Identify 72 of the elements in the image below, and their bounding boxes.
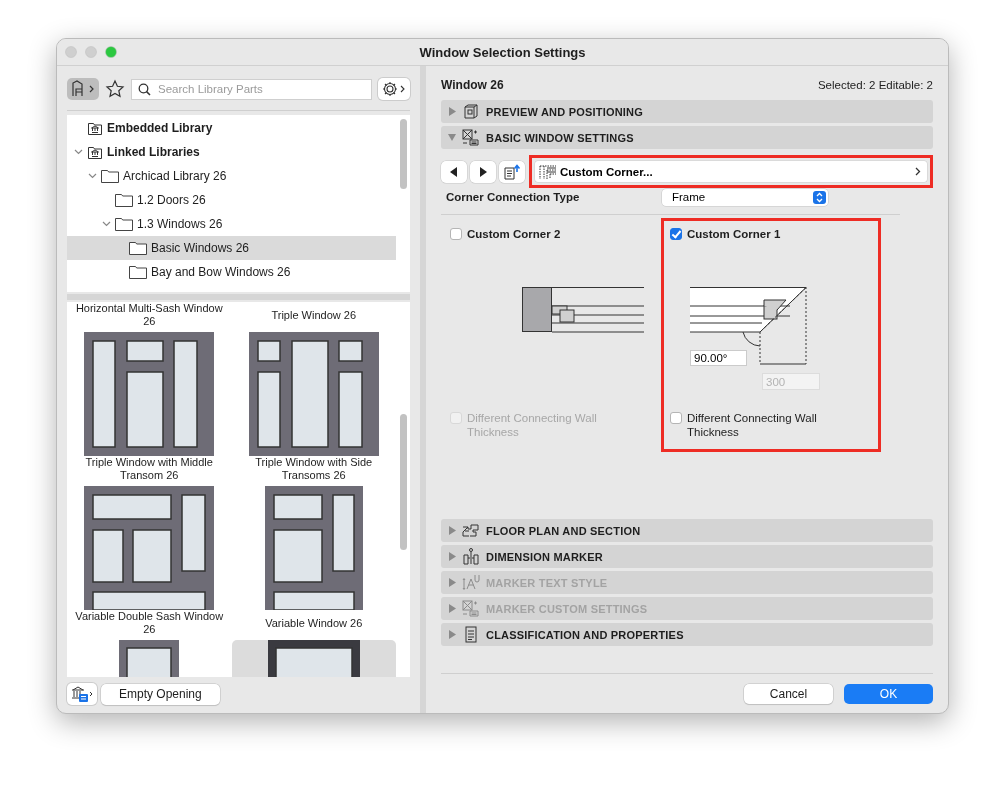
library-icon [87, 144, 103, 160]
tree-item[interactable]: Embedded Library [67, 116, 396, 140]
checkbox[interactable] [450, 228, 462, 240]
scrollbar-thumb[interactable] [399, 414, 407, 550]
tree-item[interactable]: Archicad Library 26 [67, 164, 396, 188]
folder-icon [115, 193, 133, 207]
tree-item[interactable]: Bay and Bow Windows 26 [67, 260, 396, 284]
disclosure-triangle-icon[interactable] [448, 107, 456, 116]
checkbox[interactable] [670, 228, 682, 240]
dialog-button[interactable]: Cancel [744, 684, 833, 704]
window-thumbnail[interactable] [264, 486, 363, 610]
folder-icon [101, 169, 119, 183]
search-icon [138, 82, 151, 96]
part-label[interactable]: Triple Window with Middle Transom 26 [75, 456, 224, 482]
checkbox-label[interactable]: Custom Corner 2 [467, 227, 561, 241]
previous-page-button[interactable] [441, 160, 467, 183]
floor-plan-icon [462, 522, 480, 539]
window-title: Window Selection Settings [419, 44, 586, 60]
part-label[interactable]: Horizontal Multi-Sash Window 26 [75, 302, 224, 328]
corner-page-icon[interactable] [539, 163, 557, 180]
element-name: Window 26 [441, 78, 504, 92]
folder-icon [129, 241, 147, 255]
box-icon [462, 103, 480, 120]
section-header[interactable]: CLASSIFICATION AND PROPERTIES [441, 623, 933, 646]
chevron-right-icon[interactable] [915, 167, 921, 176]
tree-item[interactable]: 1.2 Doors 26 [67, 188, 396, 212]
tree-item[interactable]: 1.3 Windows 26 [67, 212, 396, 236]
tree-item[interactable]: Basic Windows 26 [67, 236, 396, 260]
search-field[interactable]: Search Library Parts [131, 78, 372, 100]
triangle-right-icon[interactable] [479, 166, 487, 177]
section-header[interactable]: FLOOR PLAN AND SECTION [441, 519, 933, 542]
window-thumbnail[interactable] [248, 332, 379, 456]
folder-icon [129, 265, 147, 279]
section-header[interactable]: PREVIEW AND POSITIONING [441, 100, 933, 123]
window-thumbnail[interactable] [84, 486, 215, 610]
star-icon[interactable] [105, 79, 125, 99]
checkbox-label[interactable]: Different Connecting Wall Thickness [687, 411, 837, 439]
page-selector[interactable]: Custom Corner... [535, 161, 927, 182]
disclosure-triangle-icon[interactable] [448, 133, 456, 142]
chevron-down-icon[interactable] [101, 221, 111, 227]
empty-opening-button[interactable]: Empty Opening [101, 683, 220, 705]
text-style-icon [462, 574, 480, 591]
checkbox[interactable] [670, 412, 682, 424]
next-page-button[interactable] [470, 160, 496, 183]
disclosure-triangle-icon[interactable] [448, 526, 456, 535]
settings-icon [462, 600, 480, 617]
angle-field[interactable]: 90.00° [690, 350, 747, 366]
dimension-marker-icon [462, 548, 480, 565]
chevron-down-icon[interactable] [73, 149, 83, 155]
checkbox-label[interactable]: Custom Corner 1 [687, 227, 781, 241]
disclosure-triangle-icon[interactable] [448, 630, 456, 639]
section-header[interactable]: BASIC WINDOW SETTINGS [441, 126, 933, 149]
scrollbar-thumb[interactable] [399, 119, 407, 189]
folder-icon [115, 217, 133, 231]
part-label[interactable]: Triple Window with Side Transoms 26 [239, 456, 388, 482]
part-label[interactable]: Variable Window 26 [265, 610, 363, 636]
part-label[interactable]: Triple Window 26 [271, 302, 357, 328]
window-thumbnail[interactable] [84, 332, 215, 456]
triangle-left-icon[interactable] [450, 166, 458, 177]
disclosure-triangle-icon[interactable] [448, 552, 456, 561]
document-icon [462, 626, 480, 643]
selection-info: Selected: 2 Editable: 2 [817, 79, 933, 91]
settings-icon [462, 129, 480, 146]
tree-item[interactable]: Linked Libraries [67, 140, 396, 164]
library-icon [87, 120, 103, 136]
section-header[interactable]: DIMENSION MARKER [441, 545, 933, 568]
chevron-down-icon[interactable] [87, 173, 97, 179]
connection-type-select[interactable]: Frame [662, 188, 828, 206]
stepper-icon[interactable] [813, 190, 826, 204]
dialog-button[interactable]: OK [844, 684, 933, 704]
field-label: Corner Connection Type [446, 191, 581, 203]
part-label[interactable]: Variable Double Sash Window 26 [75, 610, 224, 636]
